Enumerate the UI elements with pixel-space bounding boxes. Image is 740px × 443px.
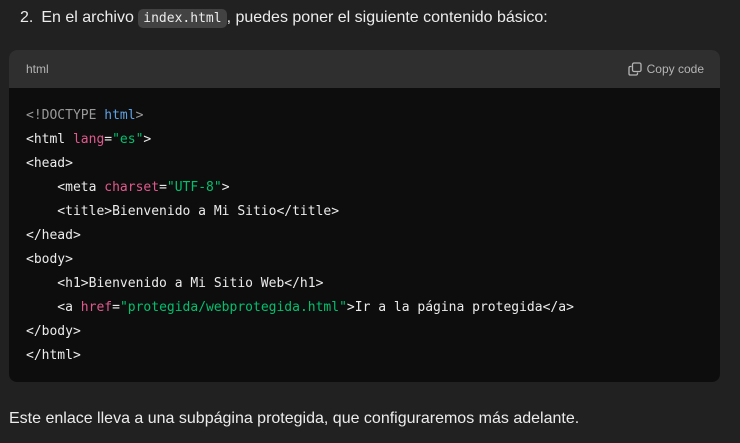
code-content: <!DOCTYPE html> <html lang="es"> <head> <m… (9, 88, 720, 382)
code-token: </body> (26, 324, 81, 339)
code-line: </html> (26, 344, 703, 368)
inline-code-filename: index.html (138, 9, 227, 28)
code-line: <title>Bienvenido a Mi Sitio</title> (26, 200, 703, 224)
code-language-label: html (26, 62, 49, 76)
code-token: = (159, 180, 167, 195)
code-token: > (135, 108, 144, 123)
step-text-before: En el archivo (41, 9, 139, 26)
code-line: </body> (26, 320, 703, 344)
code-line: <h1>Bienvenido a Mi Sitio Web</h1> (26, 272, 703, 296)
code-line: <!DOCTYPE html> (26, 104, 703, 128)
note-paragraph: Este enlace lleva a una subpágina proteg… (9, 410, 580, 427)
code-token: <title>Bienvenido a Mi Sitio</title> (26, 204, 340, 219)
code-line: <html lang="es"> (26, 128, 703, 152)
code-token: <meta (26, 180, 105, 195)
code-block: html Copy code <!DOCTYPE html> <html lang… (9, 50, 720, 382)
code-token: <h1>Bienvenido a Mi Sitio Web</h1> (26, 276, 324, 291)
code-token: lang (72, 132, 105, 147)
code-token: = (112, 300, 120, 315)
code-line: <a href="protegida/webprotegida.html">Ir… (26, 296, 703, 320)
code-token: <!DOCTYPE (26, 108, 105, 123)
code-token: html (104, 108, 136, 123)
code-token: <body> (26, 252, 73, 267)
code-token: > (221, 180, 230, 195)
code-token: "UTF-8" (166, 180, 222, 195)
code-token: "es" (112, 132, 144, 147)
code-token: <head> (26, 156, 73, 171)
code-token: > (143, 132, 152, 147)
code-block-header: html Copy code (9, 50, 720, 88)
code-token: = (104, 132, 113, 147)
code-token: <html (26, 132, 73, 147)
code-line: </head> (26, 224, 703, 248)
code-line: <body> (26, 248, 703, 272)
code-token: <a (26, 300, 81, 315)
code-line: <meta charset="UTF-8"> (26, 176, 703, 200)
step-text-after: , puedes poner el siguiente contenido bá… (226, 9, 548, 26)
code-token: charset (104, 180, 160, 195)
code-token: href (80, 300, 113, 315)
code-line: <head> (26, 152, 703, 176)
step-instruction: 2. En el archivo index.html, puedes poner… (20, 7, 548, 30)
copy-code-button[interactable]: Copy code (627, 62, 704, 76)
step-number: 2. (20, 9, 34, 26)
code-token: "protegida/webprotegida.html" (119, 300, 347, 315)
copy-icon (627, 62, 642, 76)
copy-code-label: Copy code (646, 62, 704, 76)
code-token: </html> (26, 348, 81, 363)
code-token: </head> (26, 228, 81, 243)
code-token: >Ir a la página protegida</a> (346, 300, 574, 315)
